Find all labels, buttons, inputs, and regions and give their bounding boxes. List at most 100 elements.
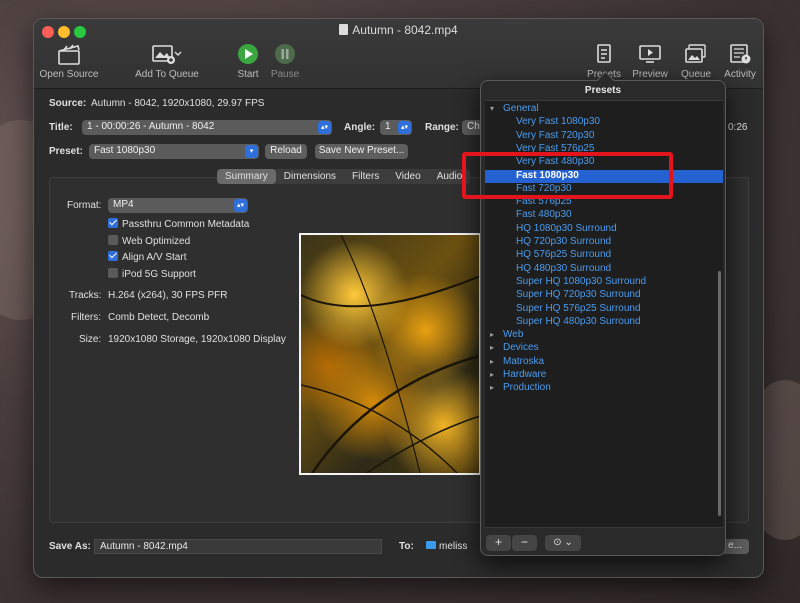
start-button[interactable]: Start [232, 43, 264, 80]
preset-label: Super HQ 576p25 Surround [516, 302, 641, 314]
tracks-value: H.264 (x264), 30 FPS PFR [108, 290, 228, 301]
source-info: Autumn - 8042, 1920x1080, 29.97 FPS [91, 98, 265, 109]
tab-filters[interactable]: Filters [344, 169, 387, 184]
preset-options-button[interactable]: ⊙ ⌄ [545, 535, 581, 551]
preset-label: Super HQ 720p30 Surround [516, 289, 641, 301]
preset-select[interactable]: Fast 1080p30 ▾ [89, 144, 259, 159]
monitor-play-icon [639, 45, 661, 63]
remove-preset-button[interactable]: − [512, 535, 537, 551]
preset-item[interactable]: Very Fast 1080p30 [485, 116, 723, 129]
preset-label: Fast 480p30 [516, 209, 572, 221]
preset-item[interactable]: Very Fast 720p30 [485, 130, 723, 143]
preset-item[interactable]: Super HQ 1080p30 Surround [485, 276, 723, 289]
title-label: Title: [49, 122, 73, 133]
presets-title: Presets [584, 85, 622, 96]
presets-icon [597, 44, 611, 63]
angle-select[interactable]: 1 ▴▾ [380, 120, 412, 135]
preset-label: Matroska [503, 355, 545, 367]
clapperboard-icon [58, 44, 80, 65]
preset-item[interactable]: Super HQ 480p30 Surround [485, 316, 723, 329]
activity-log-icon [730, 44, 751, 64]
chevron-down-icon: ▾ [245, 145, 258, 158]
disclosure-collapsed-icon[interactable]: ▸ [490, 383, 494, 392]
checkbox-unchecked-icon [108, 235, 118, 245]
tab-dimensions[interactable]: Dimensions [276, 169, 344, 184]
settings-tabs: Summary Dimensions Filters Video Audio [217, 169, 471, 184]
preset-label: General [503, 103, 539, 114]
preset-group[interactable]: ▸ Production [485, 382, 723, 395]
range-label: Range: [425, 122, 459, 133]
folder-icon [426, 541, 436, 549]
preset-item[interactable]: Super HQ 576p25 Surround [485, 303, 723, 316]
save-new-preset-button[interactable]: Save New Preset... [315, 144, 408, 159]
stacked-photos-icon [685, 44, 706, 63]
preset-item[interactable]: Super HQ 720p30 Surround [485, 289, 723, 302]
title-bar: Autumn - 8042.mp4 Open Source Add To Que… [34, 19, 763, 89]
pause-button[interactable]: Pause [269, 43, 301, 80]
preset-item[interactable]: HQ 1080p30 Surround [485, 223, 723, 236]
autumn-leaves-image [301, 235, 479, 473]
preset-label: Hardware [503, 369, 547, 380]
preset-label: Production [503, 382, 551, 394]
size-value: 1920x1080 Storage, 1920x1080 Display [108, 334, 286, 345]
filters-label: Filters: [71, 312, 101, 323]
disclosure-collapsed-icon[interactable]: ▸ [490, 370, 494, 379]
reload-button[interactable]: Reload [265, 144, 307, 159]
ipod-5g-support-checkbox[interactable]: iPod 5G Support [108, 268, 196, 280]
document-icon [339, 24, 349, 35]
disclosure-collapsed-icon[interactable]: ▸ [490, 330, 494, 339]
preset-item[interactable]: HQ 480p30 Surround [485, 263, 723, 276]
chevron-updown-icon: ▴▾ [318, 121, 331, 134]
passthru-metadata-checkbox[interactable]: Passthru Common Metadata [108, 218, 249, 230]
open-source-button[interactable]: Open Source [39, 43, 99, 80]
preset-label: Very Fast 1080p30 [516, 116, 600, 128]
checkbox-checked-icon [108, 251, 118, 261]
tab-summary[interactable]: Summary [217, 169, 276, 184]
preset-group[interactable]: ▸ Matroska [485, 356, 723, 369]
preset-label: Very Fast 720p30 [516, 129, 595, 141]
preset-label: Preset: [49, 146, 83, 157]
selection-highlight-box [462, 152, 673, 199]
activity-button[interactable]: Activity [722, 43, 758, 80]
disclosure-collapsed-icon[interactable]: ▸ [490, 343, 494, 352]
save-as-label: Save As: [49, 541, 91, 552]
preset-label: HQ 480p30 Surround [516, 262, 612, 274]
size-label: Size: [79, 334, 102, 345]
add-photo-icon [152, 45, 182, 64]
format-select[interactable]: MP4 ▴▾ [108, 198, 248, 213]
preset-group[interactable]: ▾ General [485, 103, 723, 116]
angle-label: Angle: [344, 122, 376, 133]
preset-group[interactable]: ▸ Web [485, 329, 723, 342]
preset-group[interactable]: ▸ Hardware [485, 369, 723, 382]
preset-label: Web [503, 329, 524, 341]
source-label: Source: [49, 98, 87, 109]
title-select[interactable]: 1 - 00:00:26 - Autumn - 8042 ▴▾ [82, 120, 332, 135]
preview-button[interactable]: Preview [630, 43, 670, 80]
preset-label: Super HQ 1080p30 Surround [516, 275, 647, 287]
preset-label: HQ 720p30 Surround [516, 236, 612, 247]
add-to-queue-button[interactable]: Add To Queue [134, 43, 200, 80]
add-preset-button[interactable]: + [486, 535, 511, 551]
tab-video[interactable]: Video [387, 169, 428, 184]
window-title: Autumn - 8042.mp4 [34, 23, 763, 37]
web-optimized-checkbox[interactable]: Web Optimized [108, 235, 190, 247]
checkbox-checked-icon [108, 218, 118, 228]
preset-label: Devices [503, 342, 539, 354]
pause-icon [275, 44, 295, 64]
destination-path[interactable]: meliss [426, 541, 467, 552]
save-as-field[interactable]: Autumn - 8042.mp4 [94, 539, 382, 554]
format-label: Format: [67, 200, 102, 211]
chevron-updown-icon: ▴▾ [398, 121, 411, 134]
queue-button[interactable]: Queue [678, 43, 714, 80]
preset-item[interactable]: HQ 720p30 Surround [485, 236, 723, 249]
preset-label: HQ 576p25 Surround [516, 249, 612, 261]
disclosure-collapsed-icon[interactable]: ▸ [490, 357, 494, 366]
preset-label: HQ 1080p30 Surround [516, 222, 617, 234]
chevron-updown-icon: ▴▾ [234, 199, 247, 212]
checkbox-unchecked-icon [108, 268, 118, 278]
align-av-start-checkbox[interactable]: Align A/V Start [108, 251, 186, 263]
disclosure-expanded-icon[interactable]: ▾ [490, 104, 494, 113]
preset-group[interactable]: ▸ Devices [485, 342, 723, 355]
preset-item[interactable]: HQ 576p25 Surround [485, 249, 723, 262]
preset-item[interactable]: Fast 480p30 [485, 209, 723, 222]
